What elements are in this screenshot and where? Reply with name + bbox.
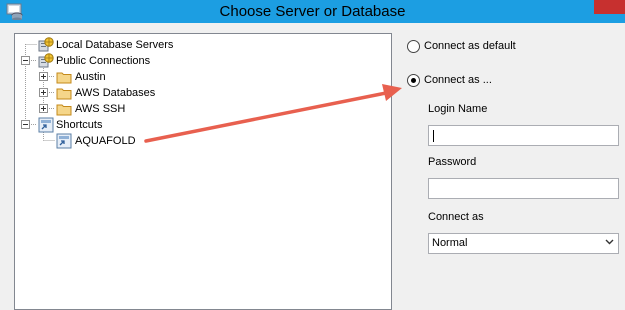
- tree-node-aws-databases[interactable]: AWS Databases: [75, 86, 155, 100]
- tree-node-aws-ssh[interactable]: AWS SSH: [75, 102, 125, 116]
- tree-node-austin[interactable]: Austin: [75, 70, 106, 84]
- server-globe-icon: [38, 37, 54, 52]
- collapse-toggle[interactable]: [21, 56, 30, 65]
- folder-icon: [56, 88, 72, 100]
- text-cursor: [433, 130, 434, 142]
- collapse-toggle[interactable]: [21, 120, 30, 129]
- expand-toggle[interactable]: [39, 72, 48, 81]
- password-label: Password: [428, 156, 477, 168]
- expand-toggle[interactable]: [39, 88, 48, 97]
- folder-icon: [56, 104, 72, 116]
- window-title: Choose Server or Database: [219, 3, 406, 20]
- shortcut-icon: [38, 117, 54, 133]
- connect-default-radio[interactable]: [407, 40, 420, 53]
- tree-node-shortcuts[interactable]: Shortcuts: [56, 118, 102, 132]
- server-tree[interactable]: Local Database Servers Public Connection…: [14, 33, 392, 310]
- close-button[interactable]: [594, 0, 625, 14]
- connect-as-field-label: Connect as: [428, 211, 484, 223]
- chevron-down-icon: [605, 239, 614, 245]
- title-bar: Choose Server or Database: [0, 0, 625, 23]
- connect-default-label[interactable]: Connect as default: [424, 40, 516, 52]
- folder-icon: [56, 72, 72, 84]
- tree-node-local-servers[interactable]: Local Database Servers: [56, 38, 173, 52]
- password-input[interactable]: [428, 178, 619, 199]
- connect-as-select-value: Normal: [432, 237, 468, 249]
- login-name-label: Login Name: [428, 103, 488, 115]
- expand-toggle[interactable]: [39, 104, 48, 113]
- connection-options: Connect as default Connect as ... Login …: [400, 30, 625, 303]
- connect-as-radio[interactable]: [407, 74, 420, 87]
- shortcut-icon: [56, 133, 72, 149]
- server-globe-icon: [38, 53, 54, 68]
- connect-as-label[interactable]: Connect as ...: [424, 74, 492, 86]
- login-name-input[interactable]: [428, 125, 619, 146]
- connect-as-select[interactable]: Normal: [428, 233, 619, 254]
- tree-node-aquafold[interactable]: AQUAFOLD: [75, 134, 136, 148]
- tree-node-public-connections[interactable]: Public Connections: [56, 54, 150, 68]
